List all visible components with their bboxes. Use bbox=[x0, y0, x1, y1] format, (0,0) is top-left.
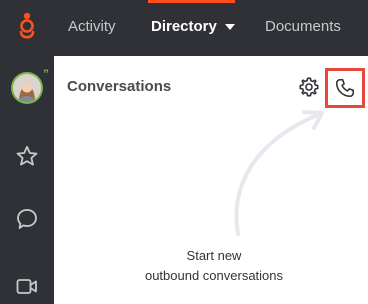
logo-icon[interactable] bbox=[12, 12, 42, 42]
hint-line-2: outbound conversations bbox=[144, 268, 284, 283]
gear-icon[interactable] bbox=[298, 76, 320, 98]
tab-activity[interactable]: Activity bbox=[68, 16, 116, 38]
user-avatar[interactable]: ” bbox=[11, 68, 49, 104]
start-call-button[interactable] bbox=[325, 68, 365, 108]
pointer-arrow bbox=[234, 110, 324, 236]
conversations-panel: Conversations Start new outbound convers… bbox=[54, 56, 368, 304]
top-nav: Activity Directory Documents bbox=[54, 0, 368, 56]
tab-documents[interactable]: Documents bbox=[265, 16, 341, 38]
star-icon[interactable] bbox=[15, 144, 39, 168]
chat-bubble-icon[interactable] bbox=[15, 207, 39, 231]
tab-directory-label: Directory bbox=[151, 18, 217, 35]
empty-state-hint: Start new outbound conversations bbox=[114, 246, 314, 286]
presence-icon: ” bbox=[43, 67, 49, 81]
phone-icon bbox=[335, 78, 355, 98]
video-icon[interactable] bbox=[15, 275, 39, 299]
left-rail: ” bbox=[0, 0, 54, 304]
chevron-down-icon bbox=[224, 24, 235, 31]
tab-directory[interactable]: Directory bbox=[151, 16, 235, 38]
active-tab-indicator bbox=[148, 0, 235, 3]
hint-line-1: Start new bbox=[186, 248, 242, 263]
avatar-photo bbox=[13, 74, 41, 102]
panel-title: Conversations bbox=[67, 78, 172, 95]
